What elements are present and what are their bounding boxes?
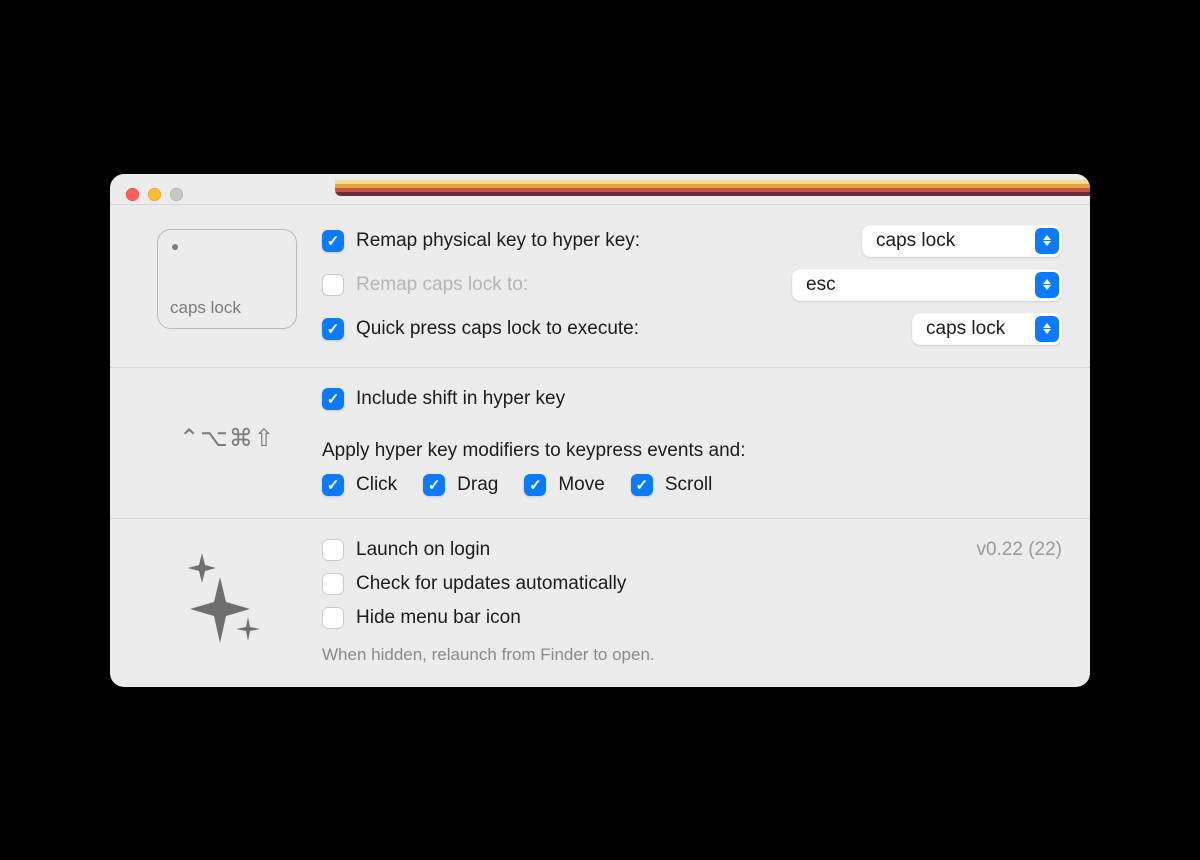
- apply-drag-checkbox[interactable]: [423, 474, 445, 496]
- sparkle-icon: [182, 547, 272, 647]
- keycap-led-icon: [172, 244, 178, 250]
- remap-capslock-to-label: Remap caps lock to:: [356, 274, 528, 296]
- keycap-graphic: caps lock: [157, 229, 297, 329]
- zoom-window-button[interactable]: [170, 188, 183, 201]
- app-section: Launch on login v0.22 (22) Check for upd…: [110, 518, 1090, 687]
- quick-press-action-select-value: caps lock: [926, 318, 1005, 340]
- apply-click-checkbox[interactable]: [322, 474, 344, 496]
- decorative-stripes: [335, 180, 1090, 196]
- apply-move-label: Move: [558, 474, 604, 496]
- launch-on-login-label: Launch on login: [356, 539, 490, 561]
- chevron-updown-icon: [1035, 228, 1059, 254]
- apply-click-label: Click: [356, 474, 397, 496]
- apply-move-checkbox[interactable]: [524, 474, 546, 496]
- modifier-glyphs-icon: ⌃⌥⌘⇧: [179, 424, 275, 453]
- hide-menubar-icon-checkbox[interactable]: [322, 607, 344, 629]
- apply-modifiers-label: Apply hyper key modifiers to keypress ev…: [322, 440, 1062, 462]
- hide-menubar-hint: When hidden, relaunch from Finder to ope…: [322, 645, 1062, 665]
- include-shift-label: Include shift in hyper key: [356, 388, 565, 410]
- launch-on-login-checkbox[interactable]: [322, 539, 344, 561]
- remap-capslock-to-checkbox[interactable]: [322, 274, 344, 296]
- remap-section: caps lock Remap physical key to hyper ke…: [110, 204, 1090, 367]
- include-shift-checkbox[interactable]: [322, 388, 344, 410]
- quick-press-label: Quick press caps lock to execute:: [356, 318, 900, 340]
- minimize-window-button[interactable]: [148, 188, 161, 201]
- capslock-target-select-value: esc: [806, 274, 836, 296]
- hyper-source-select[interactable]: caps lock: [862, 225, 1062, 257]
- preferences-window: caps lock Remap physical key to hyper ke…: [110, 174, 1090, 687]
- quick-press-checkbox[interactable]: [322, 318, 344, 340]
- check-updates-label: Check for updates automatically: [356, 573, 626, 595]
- chevron-updown-icon: [1035, 316, 1059, 342]
- hide-menubar-icon-label: Hide menu bar icon: [356, 607, 521, 629]
- app-version: v0.22 (22): [976, 539, 1062, 561]
- traffic-lights: [126, 188, 183, 201]
- modifiers-section: ⌃⌥⌘⇧ Include shift in hyper key Apply hy…: [110, 367, 1090, 518]
- keycap-label: caps lock: [170, 298, 241, 318]
- hyper-source-select-value: caps lock: [876, 230, 955, 252]
- chevron-updown-icon: [1035, 272, 1059, 298]
- titlebar: [110, 174, 1090, 204]
- apply-scroll-checkbox[interactable]: [631, 474, 653, 496]
- capslock-target-select[interactable]: esc: [792, 269, 1062, 301]
- check-updates-checkbox[interactable]: [322, 573, 344, 595]
- remap-to-hyper-checkbox[interactable]: [322, 230, 344, 252]
- close-window-button[interactable]: [126, 188, 139, 201]
- remap-to-hyper-label: Remap physical key to hyper key:: [356, 230, 850, 252]
- quick-press-action-select[interactable]: caps lock: [912, 313, 1062, 345]
- apply-scroll-label: Scroll: [665, 474, 713, 496]
- apply-drag-label: Drag: [457, 474, 498, 496]
